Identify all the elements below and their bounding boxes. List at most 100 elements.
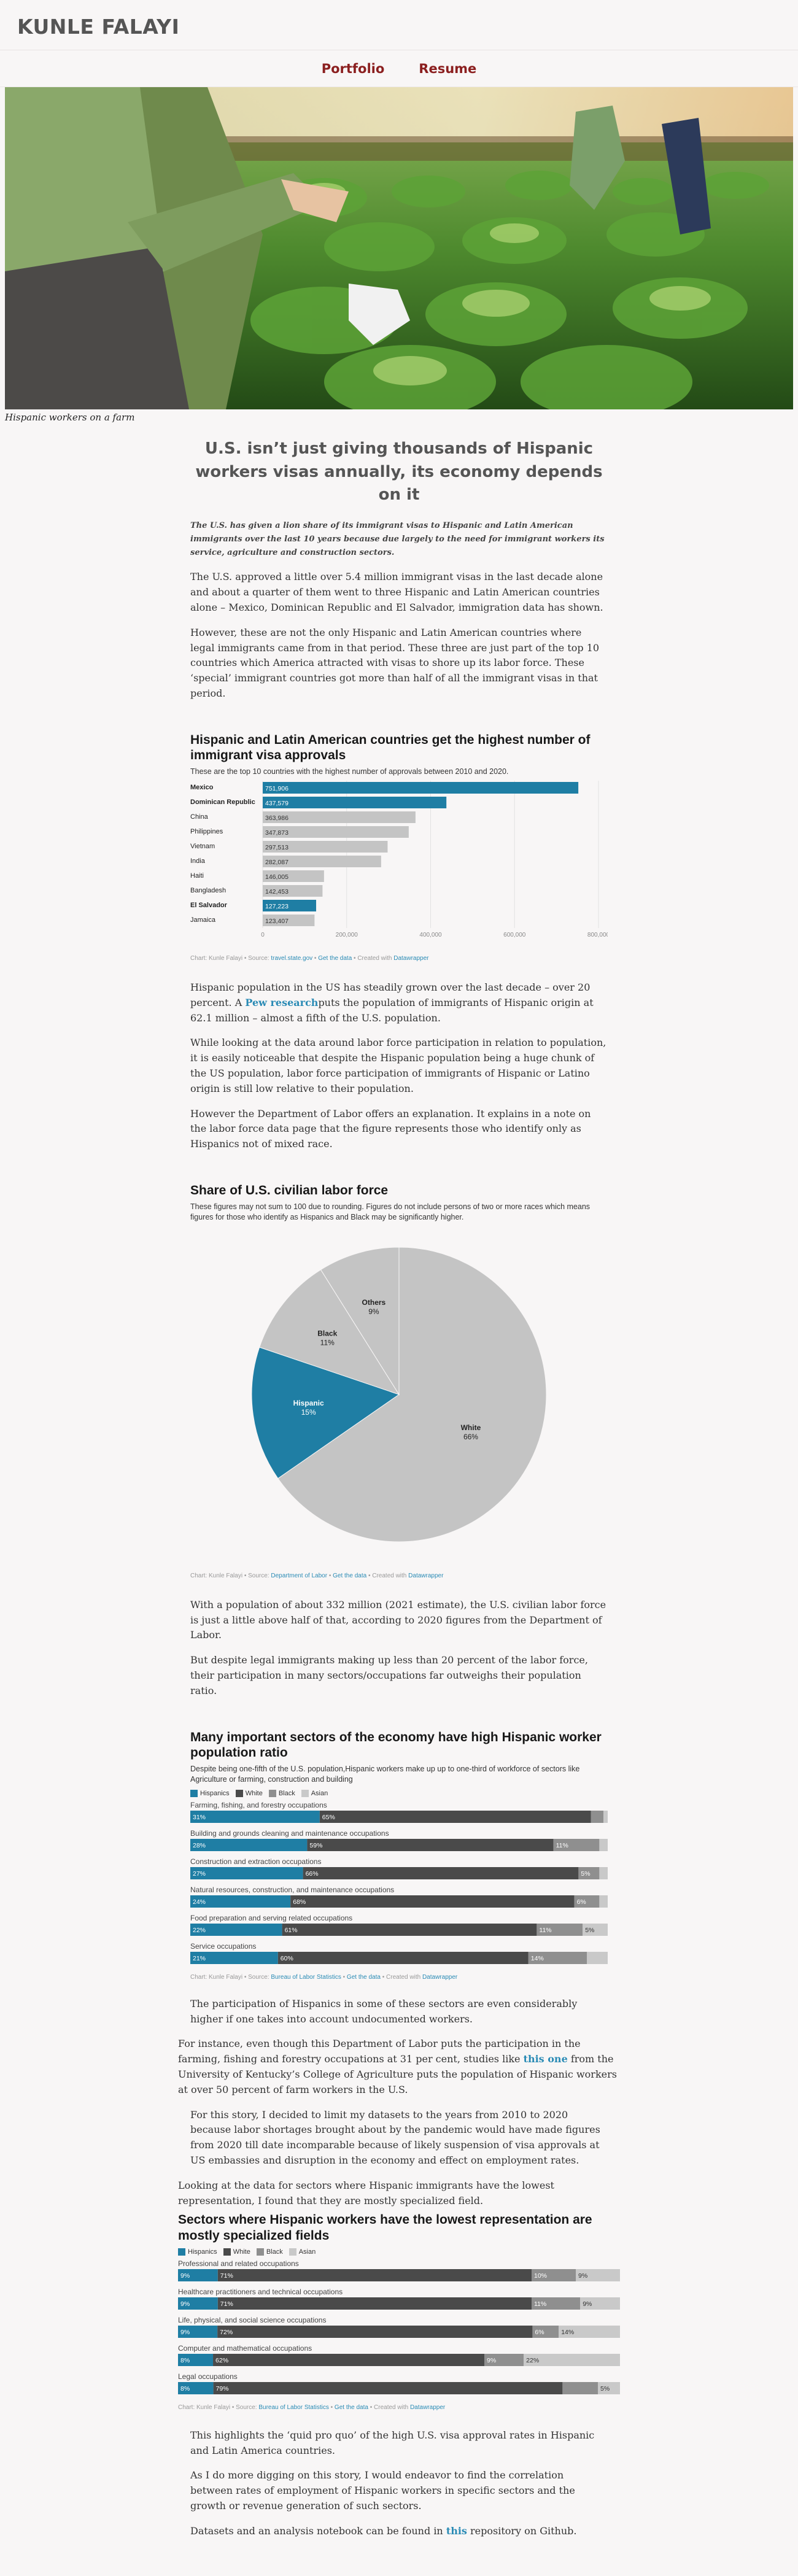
segment-label: 10% [534,2272,547,2280]
bar [263,781,579,794]
legend-item: Hispanics [190,1789,230,1797]
paragraph: With a population of about 332 million (… [190,1598,606,1641]
bar-segment [282,1923,537,1936]
paragraph: As I do more digging on this story, I wo… [190,2469,575,2512]
source-link[interactable]: Department of Labor [271,1572,327,1579]
site-title[interactable]: KUNLE FALAYI [17,15,798,39]
hero-caption: Hispanic workers on a farm [5,412,135,423]
visa-approvals-chart: Hispanic and Latin American countries ge… [190,732,610,962]
high-hispanic-sectors-chart: Many important sectors of the economy ha… [190,1730,608,1981]
legend-item: White [235,1789,263,1797]
datawrapper-link[interactable]: Datawrapper [422,1974,457,1981]
segment-label: 28% [193,1842,206,1849]
segment-label: 11% [556,1842,568,1849]
visa-approvals-bar-chart: 0 200,000 400,000 600,000 800,000 Mexico 751,9… [190,780,610,938]
paragraph: Hispanic population in the US has steadi… [190,981,594,1024]
chart-source: Chart: Kunle Falayi • Source: Department… [190,1572,444,1579]
legend-swatch [235,1789,243,1797]
bar [263,796,447,808]
segment-label: 8% [180,2385,190,2392]
category-label: Dominican Republic [190,799,255,806]
datawrapper-link[interactable]: Datawrapper [410,2404,445,2411]
paragraph: The participation of Hispanics in some o… [190,1997,578,2025]
value-label: 363,986 [265,814,289,822]
site-header: KUNLE FALAYI [0,0,798,50]
category-label: India [190,857,206,865]
bar-segment [190,1810,320,1823]
paragraph: Looking at the data for sectors where Hi… [178,2179,554,2207]
chart-subtitle: These are the top 10 countries with the … [190,767,509,776]
paragraph: However the Department of Labor offers a… [190,1107,591,1150]
segment-label: 9% [578,2272,587,2280]
pew-research-link[interactable]: Pew research [245,997,318,1008]
legend-swatch [301,1789,309,1797]
paragraph: For this story, I decided to limit my da… [190,2108,600,2166]
nav-link-portfolio[interactable]: Portfolio [322,61,385,76]
stacked-bar: 21% 60% 14% [190,1951,608,1964]
category-label: Building and grounds cleaning and mainte… [190,1828,389,1838]
kentucky-study-link[interactable]: this one [524,2053,568,2065]
segment-label: 31% [193,1814,206,1821]
category-label: Service occupations [190,1941,257,1951]
pie-slice-name: Others [362,1298,386,1307]
x-tick-label: 600,000 [503,932,526,938]
paragraph: But despite legal immigrants making up l… [190,1654,588,1696]
value-label: 127,223 [265,903,289,910]
source-link[interactable]: Bureau of Labor Statistics [271,1974,341,1981]
segment-label: 9% [180,2329,190,2336]
segment-label: 9% [487,2357,496,2364]
stacked-bar: 8% 79% 5% [178,2381,620,2394]
legend-swatch [289,2248,296,2256]
bar-segment [277,1951,529,1964]
stacked-bar: 31% 65% [190,1810,608,1823]
segment-label: 71% [220,2272,233,2280]
stacked-bar: 22% 61% 11% 5% [190,1923,608,1936]
get-data-link[interactable]: Get the data [333,1572,366,1579]
legend-item: Asian [301,1789,328,1797]
segment-label: 22% [526,2357,539,2364]
segment-label: 6% [577,1898,586,1906]
source-link[interactable]: Bureau of Labor Statistics [258,2404,329,2411]
stacked-bar: 27% 66% 5% [190,1866,608,1879]
datawrapper-link[interactable]: Datawrapper [408,1572,443,1579]
segment-label: 6% [535,2329,544,2336]
get-data-link[interactable]: Get the data [335,2404,368,2411]
get-data-link[interactable]: Get the data [347,1974,381,1981]
bar-segment [190,1838,308,1851]
segment-label: 21% [193,1955,206,1962]
segment-label: 66% [306,1870,319,1878]
bar-segment [213,2381,563,2394]
segment-label: 11% [539,1927,551,1934]
legend-item: Black [256,2248,283,2256]
chart-title: Many important sectors of the economy ha… [190,1730,602,1760]
category-label: El Salvador [190,902,228,909]
pie-slice-name: White [461,1423,481,1432]
github-repo-link[interactable]: this [446,2525,467,2537]
article-title: U.S. isn’t just giving thousands of Hisp… [195,439,603,505]
hero-illustration [5,87,793,409]
nav-link-resume[interactable]: Resume [419,61,476,76]
bar-segment [217,2297,532,2310]
chart-title: Share of U.S. civilian labor force [190,1183,389,1197]
segment-label: 14% [531,1955,544,1962]
pie-slice-name: Black [317,1329,337,1338]
bar-segment [190,1866,303,1879]
category-label: Computer and mathematical occupations [178,2343,312,2353]
category-label: Mexico [190,784,214,791]
pie-slice-value: 15% [301,1408,316,1417]
value-label: 437,579 [265,800,289,807]
segment-label: 65% [322,1814,335,1821]
segment-label: 72% [220,2329,233,2336]
source-link[interactable]: travel.state.gov [271,955,312,962]
article-wide-section: For instance, even though this Departmen… [178,2036,620,2097]
paragraph: For instance, even though this Departmen… [178,2038,617,2095]
bar-segment [303,1866,579,1879]
get-data-link[interactable]: Get the data [318,955,352,962]
high-hispanic-stacked-bars: Farming, fishing, and forestry occupatio… [190,1801,608,1967]
category-label: Natural resources, construction, and mai… [190,1885,395,1894]
datawrapper-link[interactable]: Datawrapper [393,955,428,962]
segment-label: 9% [583,2300,592,2308]
category-label: Food preparation and serving related occ… [190,1913,353,1922]
article-lede: The U.S. has given a lion share of its i… [190,521,605,558]
pie-slice-value: 66% [463,1433,478,1441]
